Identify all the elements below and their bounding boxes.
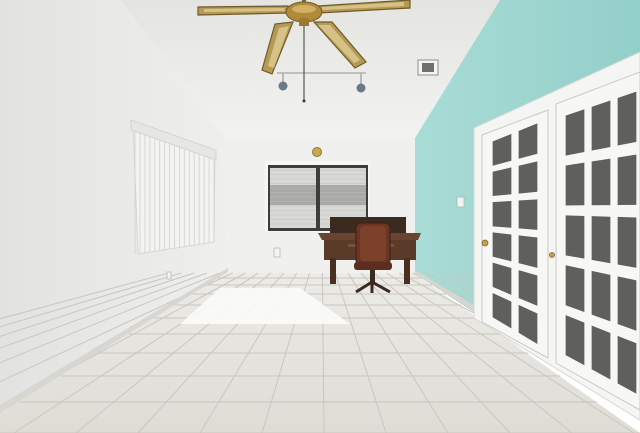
glass-pane	[617, 91, 637, 146]
glass-pane	[591, 158, 611, 206]
glass-pane	[617, 154, 637, 206]
glass-pane	[591, 100, 611, 151]
door-handle-icon[interactable]	[549, 252, 555, 258]
glass-pane	[565, 162, 585, 206]
glass-pane	[591, 216, 611, 264]
wall-outlet	[273, 247, 281, 258]
glass-pane	[518, 235, 538, 268]
glass-pane	[518, 199, 538, 230]
door-handle-icon[interactable]	[481, 239, 489, 247]
glass-pane	[565, 109, 585, 156]
room-scene	[0, 0, 640, 433]
glass-pane	[565, 215, 585, 259]
glass-pane	[492, 167, 512, 197]
glass-pane	[591, 270, 611, 322]
wall-outlet-left	[166, 271, 172, 280]
glass-pane	[518, 161, 538, 194]
ceiling-vent	[417, 59, 439, 76]
glass-pane	[565, 265, 585, 312]
thermostat-icon	[312, 147, 322, 157]
glass-pane	[492, 200, 512, 228]
glass-pane	[617, 216, 637, 268]
glass-pane	[492, 232, 512, 262]
french-door-left[interactable]	[481, 109, 549, 359]
light-switch	[456, 196, 465, 208]
glass-pane	[617, 276, 637, 331]
